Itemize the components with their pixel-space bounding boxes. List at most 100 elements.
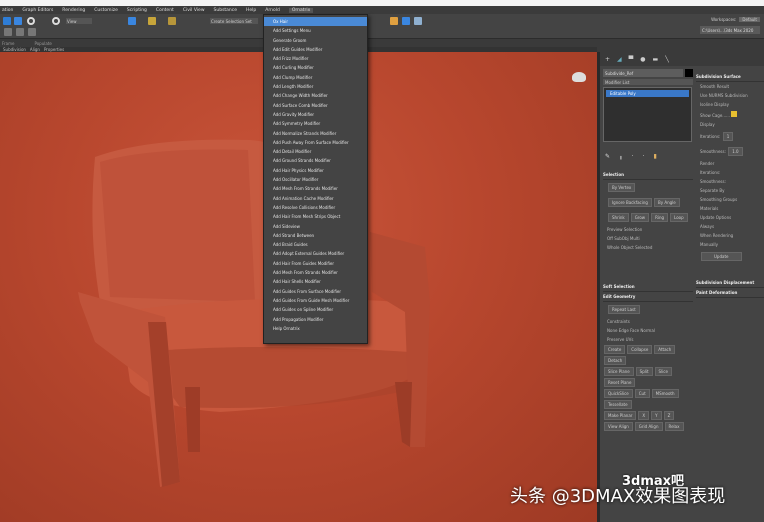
loop-button[interactable]: Loop xyxy=(670,213,688,222)
x-button[interactable]: X xyxy=(638,411,650,420)
workspace-value[interactable]: Default xyxy=(739,17,760,22)
quickslice-button[interactable]: QuickSlice xyxy=(604,389,633,398)
configure-sets-icon[interactable]: ▮ xyxy=(654,153,657,160)
menu-item[interactable]: Add Clump Modifier xyxy=(264,73,367,82)
menu-help[interactable]: Help xyxy=(246,8,256,13)
rollout-paint-deformation[interactable]: Paint Deformation xyxy=(696,288,764,298)
repeat-last-button[interactable]: Repeat Last xyxy=(608,305,640,314)
pin-stack-icon[interactable]: ✎ xyxy=(605,153,610,160)
menu-item[interactable]: Add Braid Guides xyxy=(264,240,367,249)
remove-modifier-icon[interactable]: · xyxy=(643,153,645,160)
viewcube-home-icon[interactable] xyxy=(572,72,586,82)
menu-item[interactable]: Add Settings Menu xyxy=(264,26,367,35)
rotate-icon[interactable] xyxy=(27,17,35,25)
ring-button[interactable]: Ring xyxy=(651,213,669,222)
hierarchy-tab-icon[interactable]: ▀ xyxy=(629,56,634,63)
by-vertex-checkbox[interactable]: By Vertex xyxy=(608,183,636,192)
render-setup-icon[interactable] xyxy=(390,17,398,25)
subobj-radio[interactable]: SubObj xyxy=(614,236,628,241)
menu-item[interactable]: Add Animation Cache Modifier xyxy=(264,194,367,203)
object-color-swatch[interactable] xyxy=(685,69,693,77)
make-planar-button[interactable]: Make Planar xyxy=(604,411,637,420)
rollout-subdivision-displacement[interactable]: Subdivision Displacement xyxy=(696,278,764,288)
menu-item[interactable]: Add Sideview xyxy=(264,222,367,231)
shrink-button[interactable]: Shrink xyxy=(608,213,629,222)
constraint-normal-radio[interactable]: Normal xyxy=(640,328,654,333)
smooth-result-checkbox[interactable]: Smooth Result xyxy=(696,82,764,91)
modify-tab-icon[interactable]: ◢ xyxy=(617,56,622,63)
manually-radio[interactable]: Manually xyxy=(696,240,764,249)
object-name-field[interactable]: Subdivide_Ref xyxy=(603,69,683,77)
tessellate-button[interactable]: Tessellate xyxy=(604,400,632,409)
menu-item[interactable]: Add Detail Modifier xyxy=(264,147,367,156)
select-object-icon[interactable] xyxy=(14,17,22,25)
by-angle-checkbox[interactable]: By Angle xyxy=(653,198,680,207)
menu-item[interactable]: Help Ornatrix xyxy=(264,324,367,333)
menu-item[interactable]: Add Mesh From Strands Modifier xyxy=(264,184,367,193)
menu-item[interactable]: Add Ground Strands Modifier xyxy=(264,156,367,165)
menu-item[interactable]: Add Edit Guides Modifier xyxy=(264,45,367,54)
menu-item[interactable]: Add Symmetry Modifier xyxy=(264,119,367,128)
bind-icon[interactable] xyxy=(28,28,36,36)
msmooth-button[interactable]: MSmooth xyxy=(651,389,679,398)
menu-item[interactable]: Add Length Modifier xyxy=(264,82,367,91)
menu-item[interactable]: Add Propagation Modifier xyxy=(264,315,367,324)
menu-item[interactable]: Add Guides From Surface Modifier xyxy=(264,287,367,296)
motion-tab-icon[interactable]: ● xyxy=(640,56,645,63)
menu-item[interactable]: Add Push Away From Surface Modifier xyxy=(264,138,367,147)
snap-icon[interactable] xyxy=(148,17,156,25)
workspace-selector[interactable]: Workspaces: Default xyxy=(711,17,760,22)
split-checkbox[interactable]: Split xyxy=(635,367,653,376)
menu-graph-editors[interactable]: Graph Editors xyxy=(22,8,53,13)
make-unique-icon[interactable]: · xyxy=(632,153,634,160)
menu-item[interactable]: Generate Groom xyxy=(264,36,367,45)
mirror-icon[interactable] xyxy=(128,17,136,25)
when-rendering-radio[interactable]: When Rendering xyxy=(696,231,764,240)
rollout-selection[interactable]: Selection xyxy=(603,170,693,180)
ignore-backfacing-checkbox[interactable]: Ignore Backfacing xyxy=(608,198,652,207)
rollout-subdivision-surface[interactable]: Subdivision Surface xyxy=(696,72,764,82)
multi-radio[interactable]: Multi xyxy=(630,236,640,241)
menu-item[interactable]: Add Curling Modifier xyxy=(264,63,367,72)
menu-item[interactable]: Add Resolve Collisions Modifier xyxy=(264,203,367,212)
always-radio[interactable]: Always xyxy=(696,222,764,231)
grid-align-button[interactable]: Grid Align xyxy=(634,422,663,431)
reset-plane-button[interactable]: Reset Plane xyxy=(604,378,636,387)
show-end-result-icon[interactable]: ╻ xyxy=(619,153,623,160)
menu-item[interactable]: Add Change Width Modifier xyxy=(264,91,367,100)
menu-item[interactable]: Add Oscillator Modifier xyxy=(264,175,367,184)
materials-checkbox[interactable]: Materials xyxy=(696,204,764,213)
slice-plane-button[interactable]: Slice Plane xyxy=(604,367,634,376)
modifier-list-dropdown[interactable]: Modifier List xyxy=(603,79,693,85)
grow-button[interactable]: Grow xyxy=(630,213,650,222)
preserve-uvs-checkbox[interactable]: Preserve UVs xyxy=(607,337,633,342)
menu-item[interactable]: Add Normalize Strands Modifier xyxy=(264,129,367,138)
menu-item[interactable]: Ox Hair xyxy=(264,17,367,27)
rollout-edit-geometry[interactable]: Edit Geometry xyxy=(603,292,693,302)
constraint-edge-radio[interactable]: Edge xyxy=(619,328,629,333)
display-iterations-spinner[interactable]: 1 xyxy=(722,132,734,141)
select-icon[interactable] xyxy=(3,17,11,25)
menu-item[interactable]: Add Hair Physics Modifier xyxy=(264,166,367,175)
menu-item[interactable]: Add Frizz Modifier xyxy=(264,54,367,63)
stack-item-editable-poly[interactable]: Editable Poly xyxy=(606,90,689,97)
menu-civil-view[interactable]: Civil View xyxy=(183,8,205,13)
y-button[interactable]: Y xyxy=(651,411,662,420)
selection-set-dropdown[interactable]: Create Selection Set xyxy=(210,18,258,24)
relax-button[interactable]: Relax xyxy=(664,422,684,431)
menu-item[interactable]: Add Mesh From Strands Modifier xyxy=(264,268,367,277)
menu-item[interactable]: Add Gravity Modifier xyxy=(264,110,367,119)
render-icon[interactable] xyxy=(414,17,422,25)
slice-button[interactable]: Slice xyxy=(654,367,672,376)
use-nurms-checkbox[interactable]: Use NURMS Subdivision xyxy=(696,91,764,100)
project-path[interactable]: C:\Users\...\3ds Max 2020 xyxy=(700,26,760,34)
collapse-button[interactable]: Collapse xyxy=(627,345,653,354)
utilities-tab-icon[interactable]: ╲ xyxy=(665,56,669,63)
menu-rendering[interactable]: Rendering xyxy=(62,8,85,13)
render-frame-icon[interactable] xyxy=(402,17,410,25)
detach-button[interactable]: Detach xyxy=(604,356,627,365)
constraint-none-radio[interactable]: None xyxy=(607,328,617,333)
menu-scripting[interactable]: Scripting xyxy=(127,8,147,13)
menu-item[interactable]: Add Hair From Guides Modifier xyxy=(264,259,367,268)
off-radio[interactable]: Off xyxy=(607,236,613,241)
